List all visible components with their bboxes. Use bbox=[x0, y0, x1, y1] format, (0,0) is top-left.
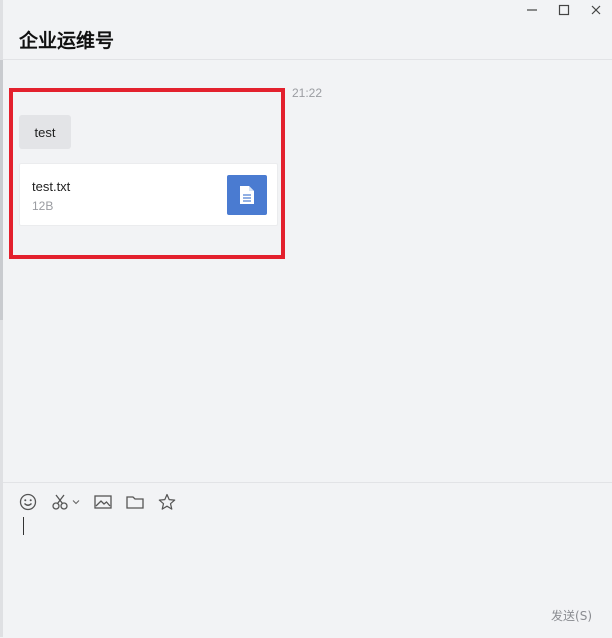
text-message-bubble[interactable]: test bbox=[19, 115, 71, 149]
send-button[interactable]: 发送(S) bbox=[551, 607, 592, 624]
minimize-button[interactable] bbox=[516, 0, 548, 20]
screenshot-scissors-icon bbox=[52, 494, 68, 510]
document-icon bbox=[227, 175, 267, 215]
chat-header: 企业运维号 bbox=[3, 20, 612, 60]
minimize-icon bbox=[527, 9, 537, 11]
emoji-icon bbox=[19, 493, 37, 511]
folder-icon bbox=[126, 496, 144, 509]
maximize-button[interactable] bbox=[548, 0, 580, 20]
compose-toolbar bbox=[19, 492, 190, 512]
emoji-button[interactable] bbox=[19, 492, 37, 512]
image-button[interactable] bbox=[94, 492, 112, 512]
compose-area: 发送(S) bbox=[3, 482, 612, 638]
image-icon bbox=[94, 495, 112, 509]
message-timestamp: 21:22 bbox=[292, 86, 323, 100]
close-button[interactable] bbox=[580, 0, 612, 20]
text-input-caret[interactable] bbox=[23, 517, 24, 535]
close-icon bbox=[591, 5, 601, 15]
scrollbar-thumb[interactable] bbox=[0, 60, 3, 320]
favorite-button[interactable] bbox=[158, 492, 176, 512]
file-message-card[interactable]: test.txt 12B bbox=[19, 163, 278, 226]
folder-button[interactable] bbox=[126, 492, 144, 512]
file-name: test.txt bbox=[32, 179, 71, 194]
page-title: 企业运维号 bbox=[19, 30, 115, 52]
chevron-down-icon bbox=[72, 500, 80, 505]
file-size: 12B bbox=[32, 199, 54, 213]
message-text: test bbox=[34, 124, 56, 140]
window-controls bbox=[516, 0, 612, 20]
star-icon bbox=[158, 493, 176, 510]
screenshot-button[interactable] bbox=[51, 492, 80, 512]
maximize-icon bbox=[558, 4, 570, 16]
